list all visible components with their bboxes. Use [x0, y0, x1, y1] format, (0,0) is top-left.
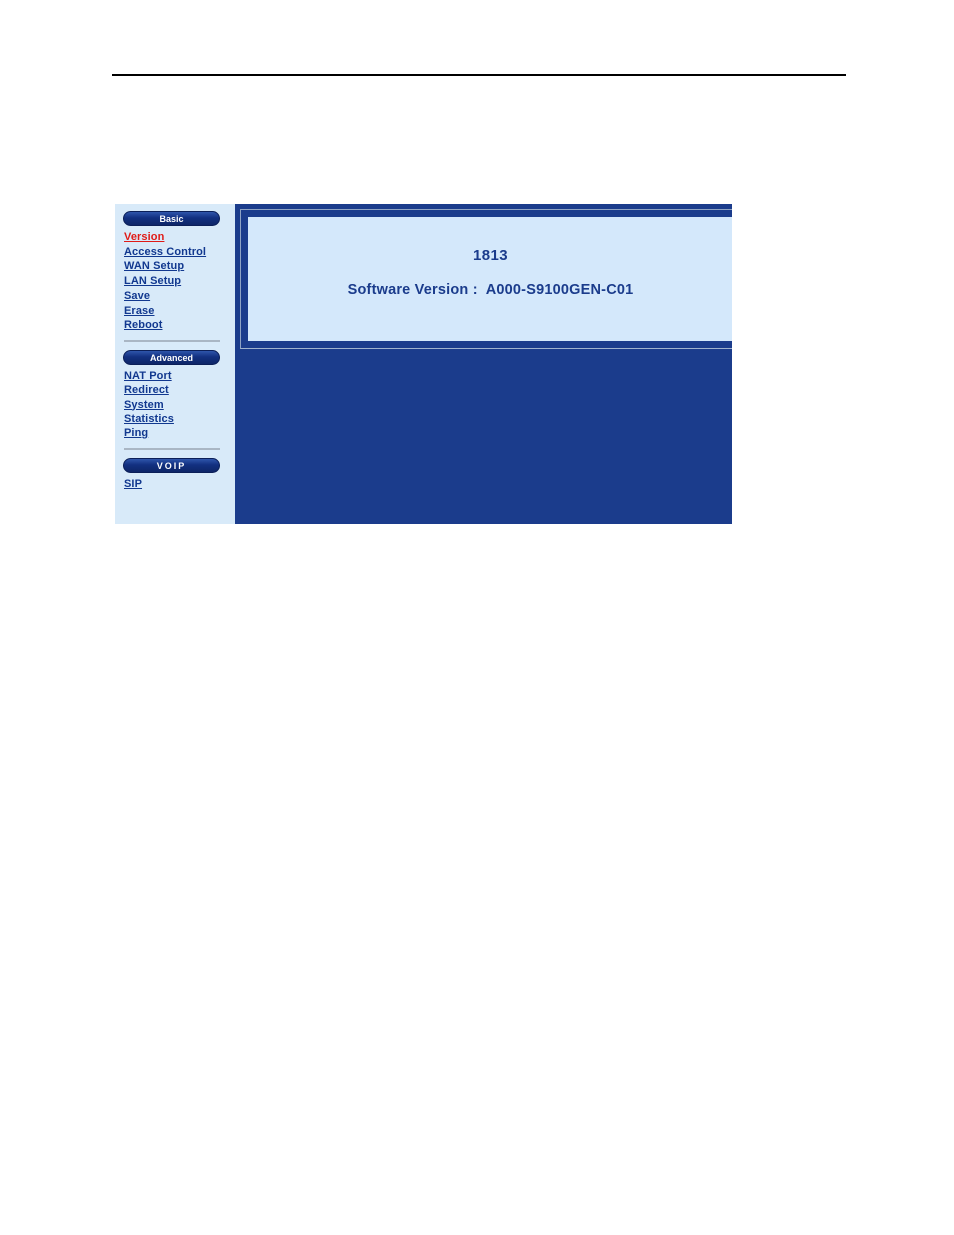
sidebar-item-lan-setup[interactable]: LAN Setup — [120, 274, 235, 289]
sidebar-item-version[interactable]: Version — [120, 230, 235, 245]
main-content-panel: 1813 Software Version : A000-S9100GEN-C01 — [235, 204, 732, 524]
content-frame-inner: 1813 Software Version : A000-S9100GEN-C01 — [244, 213, 732, 345]
sidebar-item-erase[interactable]: Erase — [120, 304, 235, 319]
sidebar-section-button-advanced[interactable]: Advanced — [123, 349, 220, 365]
sidebar-item-access-control[interactable]: Access Control — [120, 245, 235, 260]
software-version-row: Software Version : A000-S9100GEN-C01 — [248, 282, 732, 298]
sidebar-item-wan-setup[interactable]: WAN Setup — [120, 259, 235, 274]
sidebar-divider — [124, 447, 220, 450]
sidebar-item-save[interactable]: Save — [120, 289, 235, 304]
sidebar-item-system-statistics[interactable]: System Statistics — [120, 398, 200, 427]
sidebar-section-button-basic[interactable]: Basic — [123, 211, 220, 226]
router-web-ui: Basic Version Access Control WAN Setup L… — [115, 204, 732, 524]
version-info-box: 1813 Software Version : A000-S9100GEN-C01 — [248, 217, 732, 341]
software-version-value: A000-S9100GEN-C01 — [485, 282, 634, 298]
content-frame-outer: 1813 Software Version : A000-S9100GEN-C01 — [240, 209, 732, 349]
software-version-label: Software Version : — [347, 282, 478, 298]
page-header-rule — [112, 74, 846, 76]
sidebar-divider — [124, 339, 220, 342]
sidebar-item-ping[interactable]: Ping — [120, 426, 235, 441]
sidebar-section-button-voip[interactable]: VOIP — [123, 457, 220, 473]
device-number: 1813 — [473, 247, 508, 264]
sidebar-item-nat-port-redirect[interactable]: NAT Port Redirect — [120, 369, 200, 398]
sidebar-item-reboot[interactable]: Reboot — [120, 318, 235, 333]
sidebar-navigation: Basic Version Access Control WAN Setup L… — [115, 204, 235, 524]
sidebar-item-sip[interactable]: SIP — [120, 477, 235, 492]
